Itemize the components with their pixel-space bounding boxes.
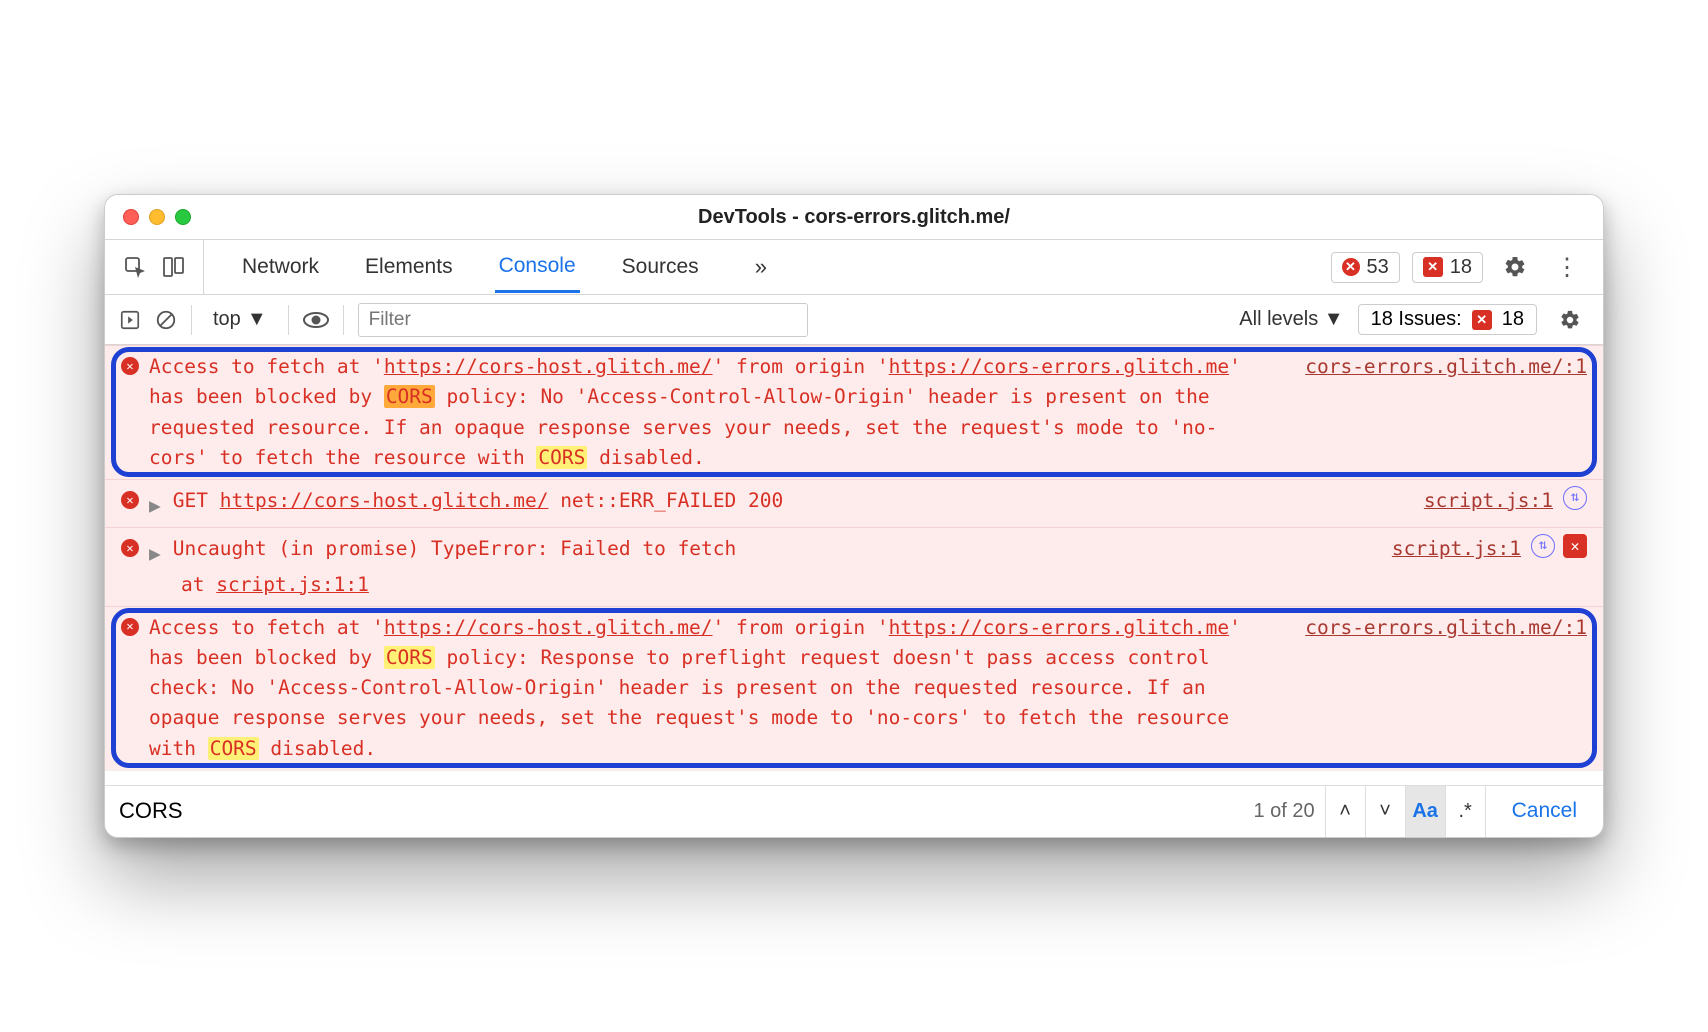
error-icon: ✕ [121,357,139,375]
search-next-button[interactable]: ˅ [1365,786,1405,837]
search-input[interactable] [105,786,1243,837]
search-prev-button[interactable]: ˄ [1325,786,1365,837]
issue-link-icon[interactable]: ✕ [1563,534,1587,558]
context-selector[interactable]: top ▼ [206,305,274,334]
search-highlight: CORS [208,737,259,760]
divider [343,305,344,335]
source-link[interactable]: script.js:1 [1424,486,1553,516]
console-error-message[interactable]: ✕ ▶ GET https://cors-host.glitch.me/ net… [105,479,1603,527]
clear-console-icon[interactable] [155,309,177,331]
error-icon: ✕ [121,618,139,636]
window-title: DevTools - cors-errors.glitch.me/ [105,206,1603,229]
cancel-button[interactable]: Cancel [1485,786,1603,837]
source-link[interactable]: cors-errors.glitch.me/:1 [1305,352,1587,382]
message-text: Uncaught (in promise) TypeError: Failed … [173,534,1362,564]
main-tabs-row: Network Elements Console Sources » ✕ 53 … [105,240,1603,295]
console-error-message[interactable]: ✕ Access to fetch at 'https://cors-host.… [105,606,1603,770]
issues-count-badge[interactable]: ✕ 18 [1412,252,1483,283]
source-link[interactable]: cors-errors.glitch.me/:1 [1305,613,1587,643]
search-result-count: 1 of 20 [1243,800,1324,823]
console-error-message[interactable]: ✕ ▶ Uncaught (in promise) TypeError: Fai… [105,527,1603,605]
error-count-badge[interactable]: ✕ 53 [1331,252,1400,283]
search-highlight: CORS [384,646,435,669]
divider [191,305,192,335]
source-link[interactable]: script.js:1:1 [216,573,369,596]
console-error-message[interactable]: ✕ Access to fetch at 'https://cors-host.… [105,345,1603,479]
stack-frame: at script.js:1:1 [121,570,1587,600]
levels-label: All levels [1239,308,1318,330]
url-link[interactable]: https://cors-host.glitch.me/ [220,489,549,512]
console-messages: ✕ Access to fetch at 'https://cors-host.… [105,345,1603,785]
search-highlight: CORS [384,385,435,408]
context-label: top [213,308,241,331]
console-settings-icon[interactable] [1551,309,1589,331]
tab-sources[interactable]: Sources [618,243,703,291]
error-icon: ✕ [121,539,139,557]
log-levels-selector[interactable]: All levels ▼ [1239,308,1343,331]
tabs-overflow-icon[interactable]: » [755,254,767,280]
message-text: Access to fetch at 'https://cors-host.gl… [149,352,1275,473]
devtools-window: DevTools - cors-errors.glitch.me/ Networ… [104,194,1604,838]
tab-network[interactable]: Network [238,243,323,291]
more-menu-icon[interactable]: ⋮ [1547,253,1587,282]
expand-caret-icon[interactable]: ▶ [149,491,161,521]
chevron-down-icon: ▼ [247,308,267,331]
expand-caret-icon[interactable]: ▶ [149,539,161,569]
url-link[interactable]: https://cors-host.glitch.me/ [384,355,713,378]
titlebar: DevTools - cors-errors.glitch.me/ [105,195,1603,240]
error-icon: ✕ [1342,258,1360,276]
issues-count: 18 [1450,256,1472,279]
url-link[interactable]: https://cors-errors.glitch.me [889,355,1229,378]
live-expression-icon[interactable] [303,310,329,330]
issue-icon: ✕ [1472,310,1492,330]
toggle-sidebar-icon[interactable] [119,309,141,331]
url-link[interactable]: https://cors-host.glitch.me/ [384,616,713,639]
regex-button[interactable]: .* [1445,786,1485,837]
device-toolbar-icon[interactable] [161,255,185,279]
issue-icon: ✕ [1423,257,1443,277]
settings-gear-icon[interactable] [1495,255,1535,279]
blank-space [105,770,1603,785]
error-count: 53 [1367,256,1389,279]
tab-console[interactable]: Console [495,242,580,293]
divider [288,305,289,335]
message-text: Access to fetch at 'https://cors-host.gl… [149,613,1275,764]
console-toolbar: top ▼ All levels ▼ 18 Issues: ✕ 18 [105,295,1603,345]
search-bar: 1 of 20 ˄ ˅ Aa .* Cancel [105,785,1603,837]
network-link-icon[interactable]: ⇅ [1531,534,1555,558]
source-link[interactable]: script.js:1 [1392,534,1521,564]
issues-counter[interactable]: 18 Issues: ✕ 18 [1358,304,1537,335]
message-text: GET https://cors-host.glitch.me/ net::ER… [173,486,1394,516]
error-icon: ✕ [121,491,139,509]
search-highlight: CORS [536,446,587,469]
url-link[interactable]: https://cors-errors.glitch.me [889,616,1229,639]
tab-elements[interactable]: Elements [361,243,457,291]
issues-label: 18 Issues: [1371,308,1462,331]
issues-num: 18 [1502,308,1524,331]
filter-input[interactable] [358,303,808,337]
network-link-icon[interactable]: ⇅ [1563,486,1587,510]
inspect-element-icon[interactable] [123,255,147,279]
match-case-button[interactable]: Aa [1405,786,1445,837]
